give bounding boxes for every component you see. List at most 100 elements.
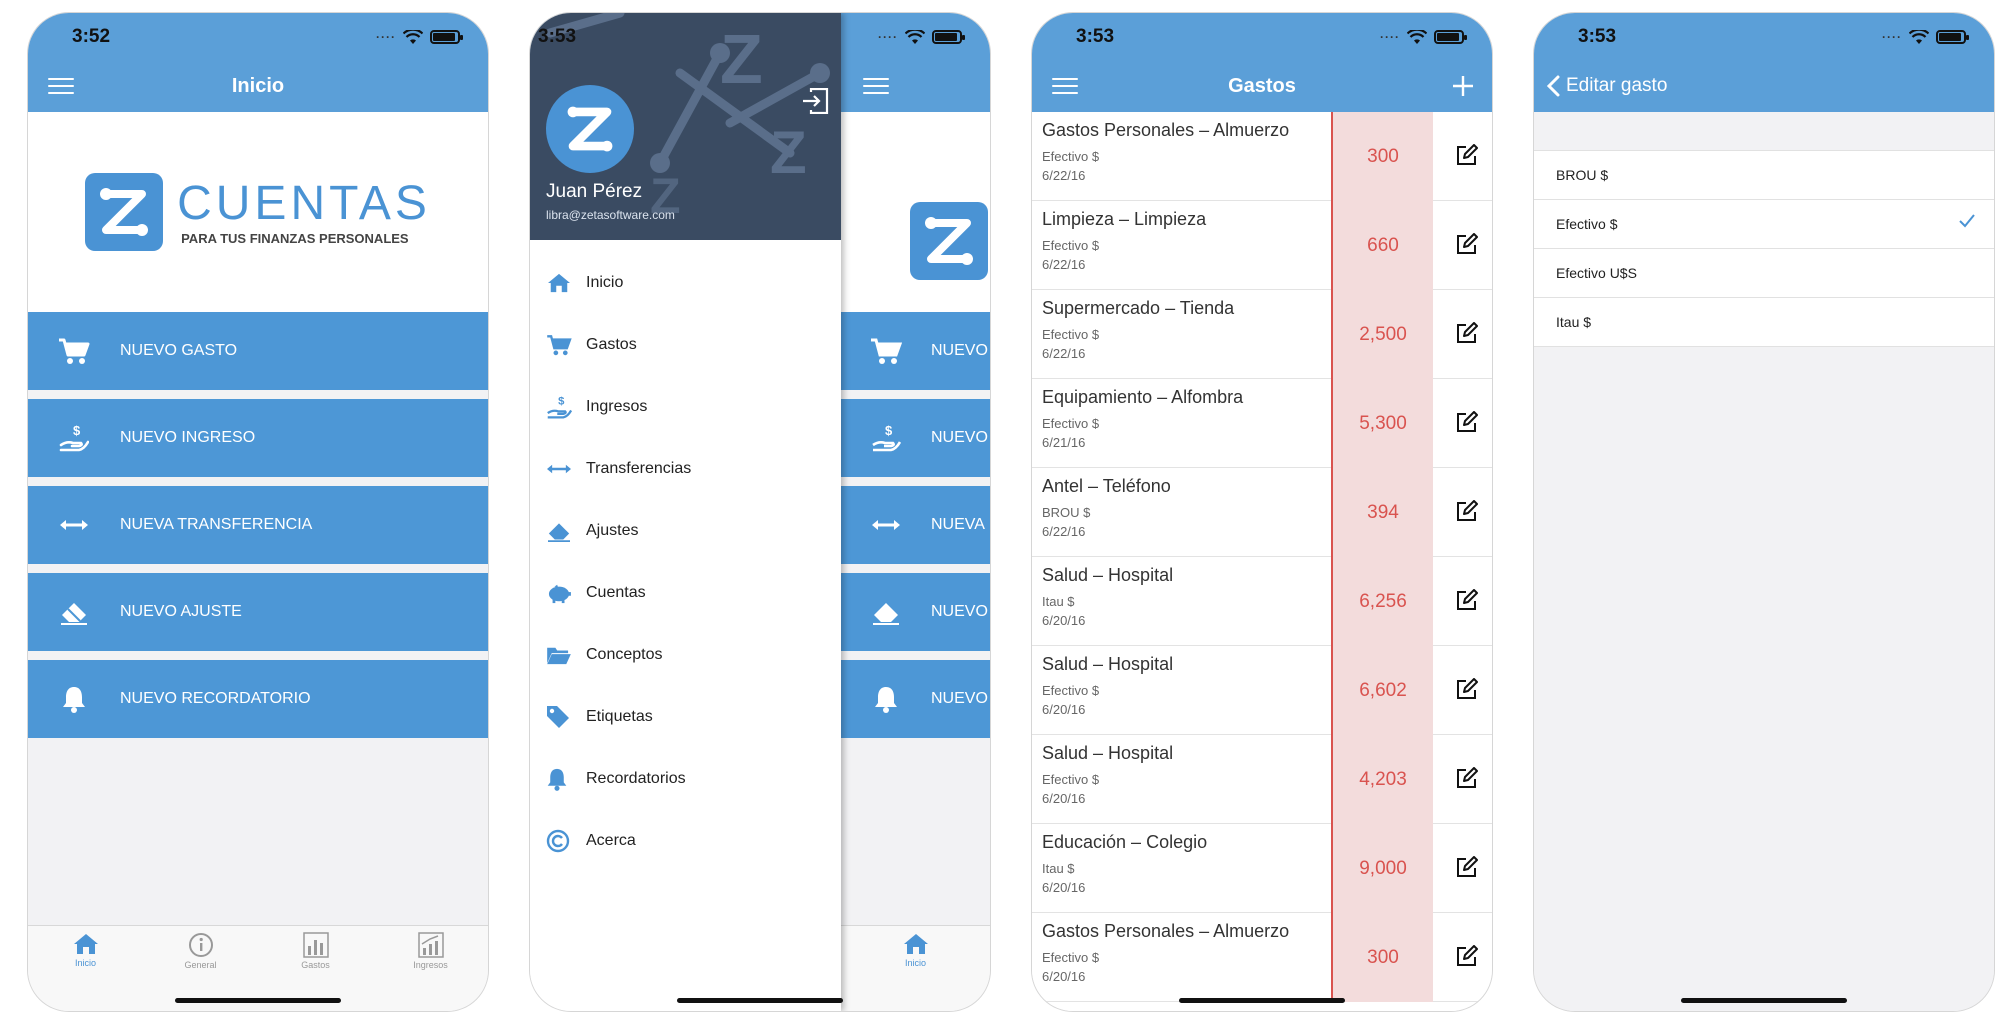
edit-icon[interactable]: [1456, 322, 1478, 349]
tab-general-label: General: [184, 960, 217, 970]
new-reminder-label: NUEVO RECORDATORIO: [120, 690, 311, 707]
expense-row[interactable]: Supermercado – Tienda Efectivo $ 6/22/16 2,…: [1032, 290, 1492, 379]
battery-icon: [1936, 30, 1969, 44]
side-drawer: Z Z Z 3:53 Juan Pérez libra@zetasoftware…: [530, 13, 841, 1011]
expense-amount: 6,602: [1331, 646, 1433, 735]
tab-ingresos[interactable]: Ingresos: [373, 926, 488, 1011]
piggy-bank-icon: [546, 582, 586, 604]
expense-account: Efectivo $: [1042, 950, 1100, 965]
account-option-itau[interactable]: Itau $: [1534, 298, 1994, 347]
transfer-arrows-icon: [28, 518, 120, 532]
edit-icon[interactable]: [1456, 767, 1478, 794]
home-indicator: [175, 998, 341, 1003]
new-reminder-button[interactable]: NUEVO RECORDATORIO: [28, 660, 488, 738]
signal-icon: ····: [1380, 30, 1400, 44]
new-adjustment-button[interactable]: NUEVO AJUSTE: [28, 573, 488, 651]
menu-icon[interactable]: [863, 78, 889, 94]
expense-amount: 6,256: [1331, 557, 1433, 646]
menu-item-inicio[interactable]: Inicio: [530, 259, 841, 307]
expense-title: Educación – Colegio: [1042, 832, 1208, 852]
tab-inicio[interactable]: Inicio: [841, 926, 990, 1011]
expense-title: Salud – Hospital: [1042, 654, 1174, 674]
expense-amount: 660: [1331, 201, 1433, 290]
edit-icon[interactable]: [1456, 144, 1478, 171]
tab-inicio[interactable]: Inicio: [28, 926, 143, 1011]
new-income-button[interactable]: $ NUEVO INGRESO: [28, 399, 488, 477]
account-option-brou[interactable]: BROU $: [1534, 151, 1994, 200]
status-bar: 3:52 ····: [28, 13, 488, 53]
account-picker-screen: 3:53 ···· Editar gasto BROU $ Efectivo $…: [1533, 12, 1995, 1012]
expense-title: Gastos Personales – Almuerzo: [1042, 921, 1290, 941]
app-logo: CUENTAS PARA TUS FINANZAS PERSONALES: [28, 112, 488, 312]
wifi-icon: [403, 29, 423, 44]
edit-icon[interactable]: [1456, 856, 1478, 883]
money-hand-icon: $: [841, 423, 931, 453]
menu-item-label: Transferencias: [586, 460, 692, 477]
menu-item-label: Conceptos: [586, 646, 663, 663]
edit-icon[interactable]: [1456, 589, 1478, 616]
tab-inicio-label: Inicio: [904, 958, 926, 968]
bell-icon: [546, 767, 586, 791]
menu-icon[interactable]: [1052, 78, 1078, 94]
expense-row[interactable]: Gastos Personales – Almuerzo Efectivo $ 6/…: [1032, 112, 1492, 201]
back-button[interactable]: Editar gasto: [1546, 75, 1667, 97]
behind-action-label: NUEVA: [931, 516, 985, 533]
svg-text:$: $: [73, 423, 81, 438]
expense-title: Supermercado – Tienda: [1042, 298, 1235, 318]
expense-date: 6/22/16: [1042, 257, 1086, 272]
cart-icon: [546, 334, 586, 356]
edit-icon[interactable]: [1456, 411, 1478, 438]
edit-icon[interactable]: [1456, 678, 1478, 705]
expense-row[interactable]: Equipamiento – Alfombra Efectivo $ 6/21/16…: [1032, 379, 1492, 468]
expense-list: Gastos Personales – Almuerzo Efectivo $ 6/…: [1032, 112, 1492, 1011]
copyright-icon: [546, 829, 586, 853]
bar-chart-icon: [302, 932, 329, 958]
side-menu-screen: 3:53 ···· NUEVO $ NUEVO NUEVA: [529, 12, 991, 1012]
menu-item-label: Cuentas: [586, 584, 646, 601]
menu-item-ajustes[interactable]: Ajustes: [530, 507, 841, 555]
option-label: Efectivo U$S: [1556, 265, 1637, 281]
expense-title: Salud – Hospital: [1042, 743, 1174, 763]
menu-item-recordatorios[interactable]: Recordatorios: [530, 755, 841, 803]
account-option-efectivo-usd[interactable]: Efectivo U$S: [1534, 249, 1994, 298]
behind-action-label: NUEVO: [931, 690, 988, 707]
expense-amount: 394: [1331, 468, 1433, 557]
menu-item-label: Ingresos: [586, 398, 648, 415]
home-indicator: [1179, 998, 1345, 1003]
user-name: Juan Pérez: [546, 181, 643, 202]
menu-item-etiquetas[interactable]: Etiquetas: [530, 693, 841, 741]
status-time: 3:53: [1578, 26, 1617, 47]
expense-date: 6/20/16: [1042, 613, 1086, 628]
expense-amount: 300: [1331, 112, 1433, 201]
info-icon: [188, 933, 213, 957]
edit-icon[interactable]: [1456, 233, 1478, 260]
add-icon[interactable]: [1452, 75, 1474, 97]
menu-item-ingresos[interactable]: $ Ingresos: [530, 383, 841, 431]
expense-row[interactable]: Salud – Hospital Itau $ 6/20/16 6,256: [1032, 557, 1492, 646]
edit-icon[interactable]: [1456, 945, 1478, 972]
tag-icon: [546, 705, 586, 729]
logout-icon[interactable]: [801, 87, 829, 119]
option-label: BROU $: [1556, 167, 1609, 183]
menu-item-transferencias[interactable]: Transferencias: [530, 445, 841, 493]
menu-item-cuentas[interactable]: Cuentas: [530, 569, 841, 617]
menu-icon[interactable]: [48, 78, 74, 94]
new-transfer-button[interactable]: NUEVA TRANSFERENCIA: [28, 486, 488, 564]
edit-icon[interactable]: [1456, 500, 1478, 527]
expense-account: Efectivo $: [1042, 238, 1100, 253]
menu-item-acerca[interactable]: Acerca: [530, 817, 841, 865]
expense-row[interactable]: Antel – Teléfono BROU $ 6/22/16 394: [1032, 468, 1492, 557]
expense-row[interactable]: Gastos Personales – Almuerzo Efectivo $ 6/…: [1032, 913, 1492, 1002]
new-expense-button[interactable]: NUEVO GASTO: [28, 312, 488, 390]
expense-row[interactable]: Salud – Hospital Efectivo $ 6/20/16 4,203: [1032, 735, 1492, 824]
option-label: Itau $: [1556, 314, 1592, 330]
menu-item-conceptos[interactable]: Conceptos: [530, 631, 841, 679]
expense-row[interactable]: Educación – Colegio Itau $ 6/20/16 9,000: [1032, 824, 1492, 913]
folder-open-icon: [546, 645, 586, 665]
expense-row[interactable]: Limpieza – Limpieza Efectivo $ 6/22/16 660: [1032, 201, 1492, 290]
expense-row[interactable]: Salud – Hospital Efectivo $ 6/20/16 6,602: [1032, 646, 1492, 735]
chevron-left-icon: [1546, 75, 1560, 97]
wifi-icon: [905, 29, 925, 44]
menu-item-gastos[interactable]: Gastos: [530, 321, 841, 369]
account-option-efectivo[interactable]: Efectivo $: [1534, 200, 1994, 249]
